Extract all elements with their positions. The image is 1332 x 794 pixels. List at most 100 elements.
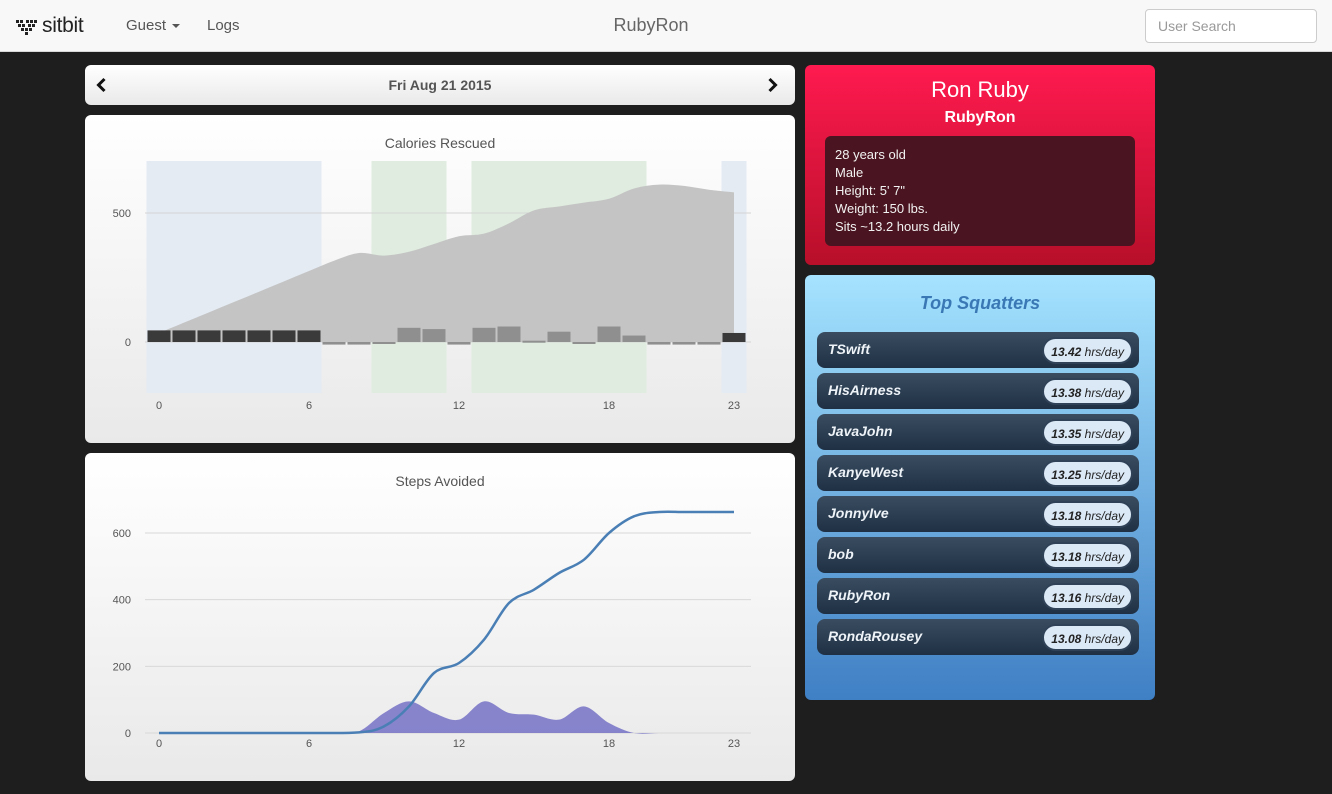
- hourly-bar: [297, 330, 321, 342]
- sit-time-badge: 13.16 hrs/day: [1042, 583, 1133, 610]
- hourly-bar: [247, 330, 271, 342]
- leaderboard-card: Top Squatters TSwift 13.42 hrs/day HisAirn…: [805, 275, 1155, 700]
- sit-time-value: 13.42: [1051, 345, 1082, 359]
- x-tick-label: 18: [603, 400, 615, 412]
- hourly-bar: [672, 342, 696, 345]
- sit-time-unit: hrs/day: [1084, 550, 1124, 564]
- sit-time-value: 13.18: [1051, 509, 1082, 523]
- leaderboard-username[interactable]: KanyeWest: [828, 464, 903, 480]
- sit-time-unit: hrs/day: [1084, 386, 1124, 400]
- calories-chart-panel: Calories Rescued 0 500 0 6 12 18 23: [85, 115, 795, 443]
- leaderboard-row[interactable]: KanyeWest 13.25 hrs/day: [817, 455, 1139, 491]
- sit-time-unit: hrs/day: [1084, 632, 1124, 646]
- y-tick-label: 200: [113, 661, 131, 673]
- leaderboard-row[interactable]: RubyRon 13.16 hrs/day: [817, 578, 1139, 614]
- hourly-steps-area: [159, 701, 734, 734]
- logs-link[interactable]: Logs: [207, 17, 240, 34]
- brand[interactable]: sitbit: [16, 14, 84, 38]
- profile-age: 28 years old: [835, 147, 906, 162]
- leaderboard-username[interactable]: JonnyIve: [828, 505, 889, 521]
- hourly-bar: [172, 330, 196, 342]
- user-search-input[interactable]: [1145, 9, 1317, 43]
- hourly-bar: [422, 329, 446, 342]
- sitbit-logo-icon: [16, 20, 37, 35]
- x-tick-label: 0: [156, 738, 162, 750]
- profile-details: 28 years old Male Height: 5' 7" Weight: …: [825, 136, 1135, 246]
- hourly-bar: [722, 332, 746, 342]
- profile-height: Height: 5' 7": [835, 183, 905, 198]
- y-tick-label: 0: [125, 337, 131, 349]
- sit-time-badge: 13.42 hrs/day: [1042, 337, 1133, 364]
- hourly-bar: [222, 330, 246, 342]
- x-tick-label: 6: [306, 738, 312, 750]
- profile-sits: Sits ~13.2 hours daily: [835, 219, 960, 234]
- guest-dropdown[interactable]: Guest: [126, 17, 181, 34]
- cumulative-steps-line: [158, 510, 734, 735]
- hourly-bar: [372, 342, 396, 344]
- hourly-bar: [647, 342, 671, 345]
- sit-time-badge: 13.25 hrs/day: [1042, 460, 1133, 487]
- chart-title: Calories Rescued: [385, 135, 496, 151]
- y-tick-label: 0: [125, 728, 131, 740]
- leaderboard-username[interactable]: JavaJohn: [828, 423, 893, 439]
- leaderboard-username[interactable]: RubyRon: [828, 587, 890, 603]
- page-title: RubyRon: [613, 15, 689, 35]
- hourly-bar: [472, 327, 496, 342]
- guest-label: Guest: [126, 17, 167, 34]
- hourly-bar: [197, 330, 221, 342]
- navbar: sitbit Guest Logs RubyRon: [0, 0, 1332, 52]
- leaderboard-row[interactable]: JavaJohn 13.35 hrs/day: [817, 414, 1139, 450]
- sit-time-value: 13.08: [1051, 632, 1082, 646]
- sit-time-badge: 13.38 hrs/day: [1042, 378, 1133, 405]
- profile-gender: Male: [835, 165, 864, 180]
- hourly-bar: [622, 335, 646, 342]
- hourly-bar: [597, 326, 621, 342]
- sit-time-value: 13.18: [1051, 550, 1082, 564]
- hourly-bar: [272, 330, 296, 342]
- sit-time-unit: hrs/day: [1084, 509, 1124, 523]
- hourly-bar: [572, 342, 596, 344]
- x-tick-label: 12: [453, 400, 465, 412]
- x-tick-label: 0: [156, 400, 162, 412]
- leaderboard-row[interactable]: JonnyIve 13.18 hrs/day: [817, 496, 1139, 532]
- hourly-bar: [497, 326, 521, 342]
- hourly-bar: [522, 340, 546, 343]
- chevron-right-icon[interactable]: [763, 76, 781, 94]
- brand-text: sitbit: [42, 14, 84, 37]
- sit-time-unit: hrs/day: [1084, 345, 1124, 359]
- x-tick-label: 18: [603, 738, 615, 750]
- leaderboard-row[interactable]: TSwift 13.42 hrs/day: [817, 332, 1139, 368]
- y-tick-label: 600: [113, 528, 131, 540]
- steps-chart-panel: Steps Avoided 0 200 400 600 0 6 12 18 23: [85, 453, 795, 781]
- leaderboard-username[interactable]: TSwift: [828, 341, 870, 357]
- hourly-bar: [397, 327, 421, 342]
- x-tick-label: 23: [728, 738, 740, 750]
- leaderboard-row[interactable]: HisAirness 13.38 hrs/day: [817, 373, 1139, 409]
- leaderboard-row[interactable]: bob 13.18 hrs/day: [817, 537, 1139, 573]
- sit-time-value: 13.16: [1051, 591, 1082, 605]
- profile-card: Ron Ruby RubyRon 28 years old Male Heigh…: [805, 65, 1155, 265]
- leaderboard-username[interactable]: HisAirness: [828, 382, 901, 398]
- hourly-bar: [547, 331, 571, 342]
- leaderboard-title: Top Squatters: [919, 293, 1041, 313]
- x-tick-label: 6: [306, 400, 312, 412]
- leaderboard-username[interactable]: bob: [828, 546, 854, 562]
- sit-time-badge: 13.18 hrs/day: [1042, 542, 1133, 569]
- caret-down-icon: [172, 24, 181, 29]
- calories-chart: Calories Rescued 0 500 0 6 12 18 23: [113, 135, 751, 412]
- sit-time-badge: 13.08 hrs/day: [1042, 624, 1133, 651]
- leaderboard-username[interactable]: RondaRousey: [828, 628, 922, 644]
- current-date: Fri Aug 21 2015: [388, 77, 492, 93]
- chart-title: Steps Avoided: [395, 473, 484, 489]
- y-tick-label: 400: [113, 595, 131, 607]
- sit-time-badge: 13.18 hrs/day: [1042, 501, 1133, 528]
- hourly-bar: [347, 342, 371, 345]
- hourly-bar: [322, 342, 346, 345]
- hourly-bar: [447, 342, 471, 345]
- leaderboard-row[interactable]: RondaRousey 13.08 hrs/day: [817, 619, 1139, 655]
- profile-username: RubyRon: [944, 109, 1016, 126]
- sit-time-value: 13.35: [1051, 427, 1082, 441]
- sit-time-unit: hrs/day: [1084, 468, 1124, 482]
- sit-time-badge: 13.35 hrs/day: [1042, 419, 1133, 446]
- sit-time-unit: hrs/day: [1084, 427, 1124, 441]
